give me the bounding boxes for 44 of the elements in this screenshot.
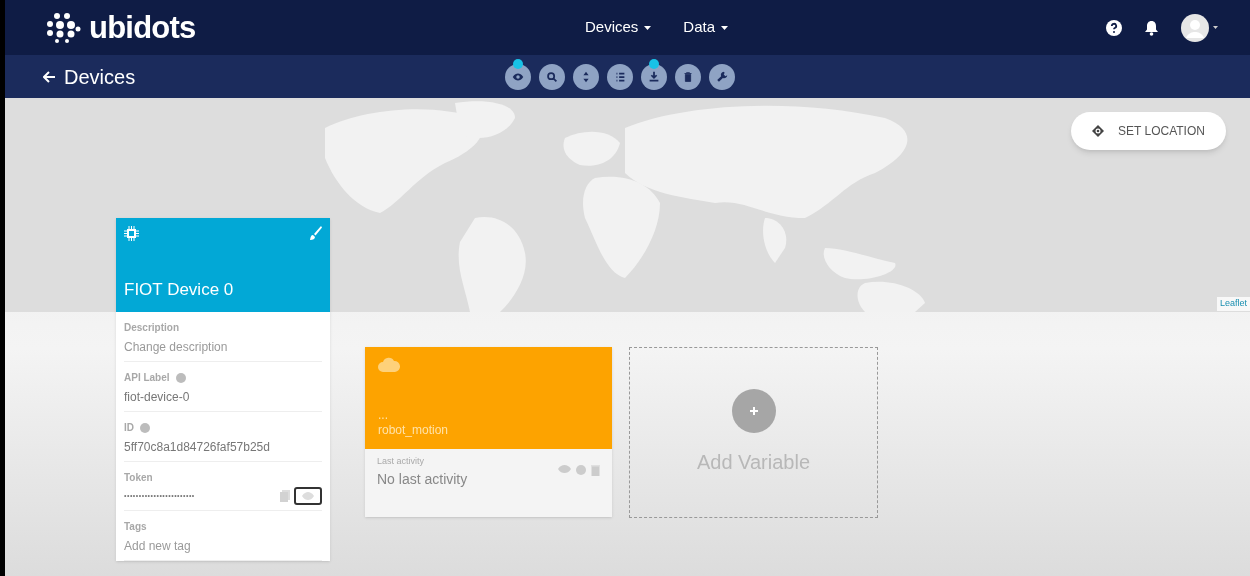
activity-value: No last activity: [377, 469, 468, 489]
wrench-icon: [715, 69, 729, 84]
chip-icon: [124, 226, 139, 241]
field-label: API Label: [124, 371, 170, 385]
avatar-icon: [1181, 13, 1209, 42]
logo-icon: [47, 12, 81, 43]
field-label: ID: [124, 421, 134, 435]
plus-icon: [731, 388, 776, 433]
field-input[interactable]: Change description: [124, 338, 322, 356]
caret-icon: [721, 25, 729, 30]
download-icon: [647, 69, 661, 84]
variable-value: ...: [378, 409, 389, 421]
show-token-button[interactable]: [294, 487, 322, 505]
caret-icon: [1213, 26, 1218, 29]
brush-icon[interactable]: [309, 226, 322, 240]
field-label: Tags: [124, 520, 147, 534]
brand-name: ubidots: [89, 12, 196, 43]
caret-icon: [644, 25, 652, 30]
field-value: 5ff70c8a1d84726faf57b25d: [124, 439, 271, 456]
target-icon: [1092, 125, 1105, 137]
field-label: Description: [124, 321, 179, 335]
help-icon[interactable]: [1106, 19, 1122, 36]
wrench-button[interactable]: [709, 63, 735, 90]
search-button[interactable]: [539, 63, 565, 90]
field-value: fiot-device-0: [124, 389, 191, 406]
cloud-icon: [378, 357, 400, 372]
bell-icon[interactable]: [1144, 19, 1159, 36]
nav-menu[interactable]: Data: [683, 16, 729, 39]
field-input[interactable]: Add new tag: [124, 537, 322, 555]
page-title: Devices: [64, 64, 136, 90]
activity-label: Last activity: [377, 455, 426, 468]
set-location-button[interactable]: SET LOCATION: [1071, 112, 1226, 150]
device-name: FIOT Device 0: [124, 278, 235, 301]
eye-icon: [302, 492, 314, 500]
field-label: Token: [124, 471, 153, 485]
back-arrow-icon[interactable]: [43, 70, 56, 83]
variable-name: robot_motion: [378, 422, 450, 439]
avatar-menu[interactable]: [1181, 13, 1218, 42]
search-icon: [545, 69, 559, 84]
list-button[interactable]: [607, 63, 633, 90]
map-attribution[interactable]: Leaflet: [1216, 297, 1250, 311]
nav-menu[interactable]: Devices: [585, 16, 652, 39]
trash-button[interactable]: [675, 63, 701, 90]
sort-button[interactable]: [573, 63, 599, 90]
